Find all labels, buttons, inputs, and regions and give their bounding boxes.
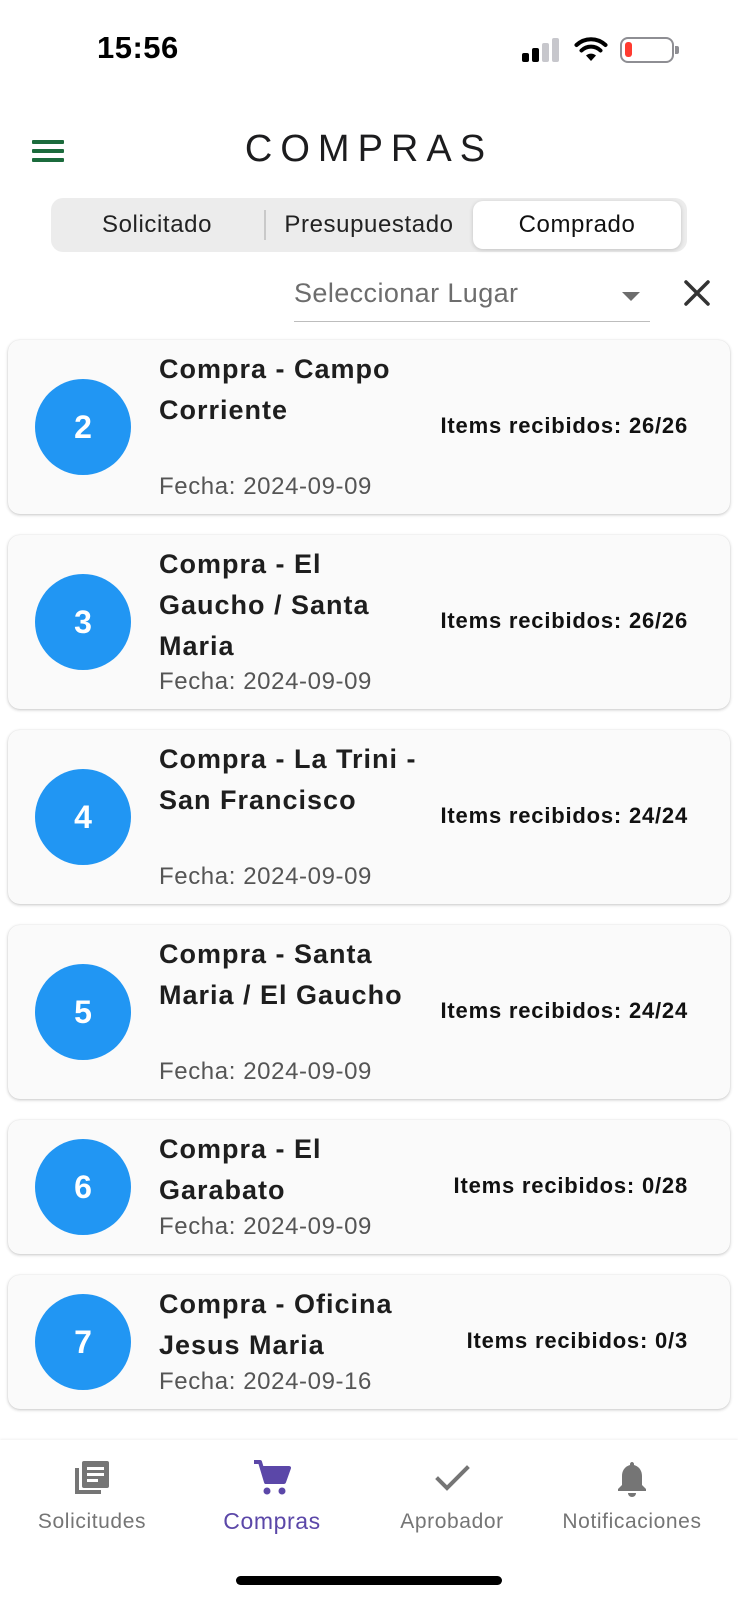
purchase-title: Compra - La Trini - San Francisco (159, 744, 417, 815)
nav-item-aprobador[interactable]: Aprobador (360, 1458, 544, 1534)
nav-label-notificaciones: Notificaciones (562, 1510, 702, 1533)
purchase-date: Fecha: 2024-09-09 (159, 1213, 373, 1240)
place-dropdown-placeholder: Seleccionar Lugar (294, 278, 519, 308)
nav-item-compras[interactable]: Compras (180, 1458, 364, 1535)
purchase-date: Fecha: 2024-09-16 (159, 1368, 373, 1395)
purchase-card[interactable]: 6 Compra - El Garabato Fecha: 2024-09-09… (8, 1120, 730, 1254)
tab-comprado[interactable]: Comprado (473, 201, 681, 249)
purchase-number-avatar: 5 (35, 964, 131, 1060)
cellular-signal-icon (522, 38, 560, 62)
purchase-date: Fecha: 2024-09-09 (159, 1058, 373, 1085)
place-dropdown[interactable]: Seleccionar Lugar (294, 270, 650, 322)
purchase-card[interactable]: 4 Compra - La Trini - San Francisco Fech… (8, 730, 730, 904)
purchase-number-avatar: 3 (35, 574, 131, 670)
close-icon[interactable] (680, 276, 714, 310)
items-received: Items recibidos: 24/24 (440, 803, 688, 828)
nav-item-solicitudes[interactable]: Solicitudes (0, 1458, 184, 1534)
items-received: Items recibidos: 26/26 (440, 608, 688, 633)
nav-label-compras: Compras (223, 1508, 321, 1534)
home-indicator[interactable] (236, 1576, 502, 1585)
tab-solicitado[interactable]: Solicitado (57, 201, 257, 249)
items-received: Items recibidos: 0/28 (453, 1173, 688, 1198)
battery-icon (620, 37, 679, 63)
nav-label-aprobador: Aprobador (400, 1510, 504, 1533)
purchase-card[interactable]: 2 Compra - Campo Corriente Fecha: 2024-0… (8, 340, 730, 514)
nav-label-solicitudes: Solicitudes (37, 1510, 147, 1533)
status-time: 15:56 (97, 30, 179, 65)
page-title: COMPRAS (244, 128, 494, 170)
segment-divider (264, 210, 266, 240)
library-books-icon (75, 1461, 109, 1494)
items-received: Items recibidos: 24/24 (440, 998, 688, 1023)
dropdown-arrow-icon (622, 292, 640, 301)
items-received: Items recibidos: 0/3 (466, 1328, 688, 1353)
items-received: Items recibidos: 26/26 (440, 413, 688, 438)
tab-presupuestado[interactable]: Presupuestado (267, 201, 471, 249)
purchase-card[interactable]: 5 Compra - Santa Maria / El Gaucho Fecha… (8, 925, 730, 1099)
purchase-title: Compra - El Garabato (159, 1134, 322, 1205)
status-segmented-control: Solicitado Presupuestado Comprado (51, 198, 687, 252)
wifi-icon (574, 37, 608, 61)
purchase-number-avatar: 7 (35, 1294, 131, 1390)
purchase-date: Fecha: 2024-09-09 (159, 863, 373, 890)
purchase-card[interactable]: 7 Compra - Oficina Jesus Maria Fecha: 20… (8, 1275, 730, 1409)
bell-icon (618, 1462, 646, 1497)
purchase-title: Compra - Campo Corriente (159, 354, 391, 425)
shopping-cart-icon (254, 1460, 291, 1495)
purchase-date: Fecha: 2024-09-09 (159, 473, 373, 500)
purchase-card[interactable]: 3 Compra - El Gaucho / Santa Maria Fecha… (8, 535, 730, 709)
nav-item-notificaciones[interactable]: Notificaciones (540, 1458, 724, 1534)
check-icon (435, 1465, 470, 1491)
purchase-date: Fecha: 2024-09-09 (159, 668, 373, 695)
purchase-title: Compra - El Gaucho / Santa Maria (159, 549, 370, 661)
purchase-number-avatar: 2 (35, 379, 131, 475)
purchase-number-avatar: 6 (35, 1139, 131, 1235)
purchase-number-avatar: 4 (35, 769, 131, 865)
purchase-title: Compra - Oficina Jesus Maria (159, 1289, 393, 1360)
status-bar: 15:56 (0, 0, 738, 100)
purchase-title: Compra - Santa Maria / El Gaucho (159, 939, 403, 1010)
